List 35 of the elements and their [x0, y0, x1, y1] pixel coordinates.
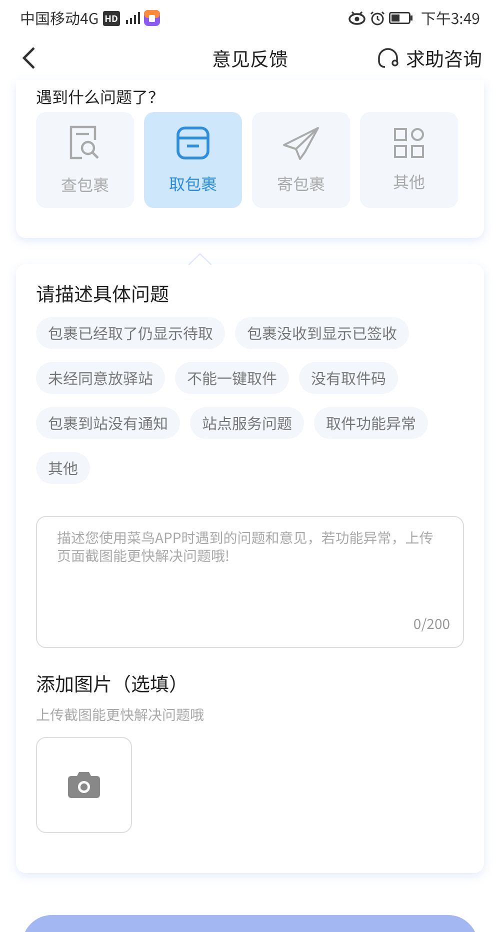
- problem-tag[interactable]: 取件功能异常: [314, 407, 428, 439]
- problem-tag[interactable]: 没有取件码: [299, 362, 398, 394]
- section-heading: 遇到什么问题了？: [36, 86, 166, 106]
- problem-tag[interactable]: 包裹没收到显示已签收: [235, 317, 410, 349]
- hd-badge: HD: [102, 10, 120, 26]
- category-tile[interactable]: 寄包裹: [252, 112, 350, 208]
- eye-icon: [348, 11, 366, 25]
- problem-tag[interactable]: 站点服务问题: [190, 407, 304, 439]
- section-heading: 添加图片（选填）: [36, 670, 190, 697]
- camera-icon: [67, 771, 101, 799]
- headset-icon: [376, 46, 400, 70]
- problem-tag[interactable]: 不能一键取件: [175, 362, 290, 394]
- problem-tag[interactable]: 包裹已经取了仍显示待取: [36, 317, 226, 349]
- upload-button[interactable]: [36, 737, 132, 833]
- page-title: 意见反馈: [212, 44, 288, 72]
- clock-time: 下午3:49: [420, 8, 480, 28]
- back-icon: [22, 46, 36, 70]
- grid-icon: [393, 127, 425, 159]
- paper-plane-icon: [281, 125, 321, 161]
- carrier-name: 中国移动4G: [20, 8, 99, 28]
- section-heading: 请描述具体问题: [36, 280, 170, 307]
- app-icon: [144, 10, 160, 26]
- battery-icon: [388, 12, 413, 24]
- category-tile[interactable]: 其他: [360, 112, 458, 208]
- box-icon: [175, 125, 211, 161]
- problem-tag[interactable]: 未经同意放驿站: [36, 362, 166, 394]
- category-tile[interactable]: 取包裹: [144, 112, 242, 208]
- upload-hint: 上传截图能更快解决问题哦: [36, 705, 205, 725]
- problem-tag[interactable]: 其他: [36, 452, 90, 484]
- category-tile[interactable]: 查包裹: [36, 112, 134, 208]
- signal-icon: [124, 12, 140, 24]
- character-counter: 0/200: [413, 614, 450, 634]
- help-button[interactable]: 求助咨询: [376, 44, 482, 72]
- problem-tag[interactable]: 包裹到站没有通知: [36, 407, 180, 439]
- alarm-icon: [370, 10, 385, 26]
